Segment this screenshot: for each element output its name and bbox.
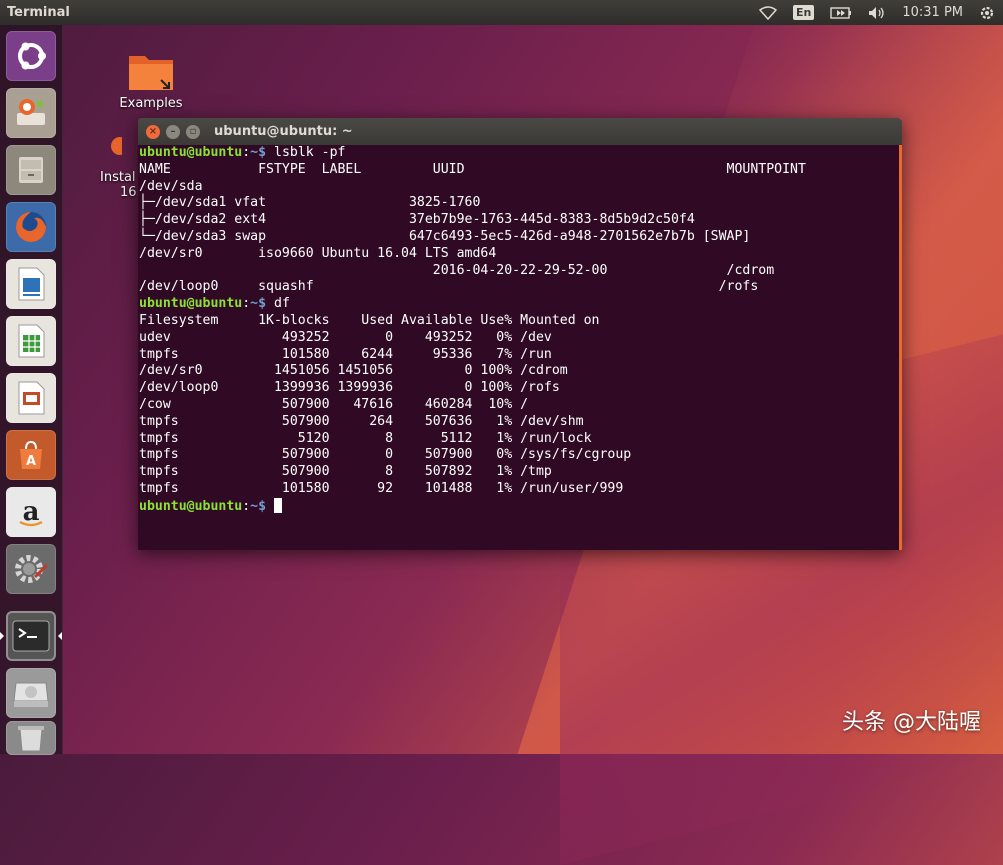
launcher-system-settings[interactable]: [6, 544, 56, 594]
launcher-terminal[interactable]: [6, 611, 56, 661]
terminal-output-line: /dev/loop0 squashf /rofs: [139, 279, 759, 295]
launcher-software[interactable]: A: [6, 430, 56, 480]
launcher-files[interactable]: [6, 145, 56, 195]
prompt-path: ~$: [250, 498, 267, 514]
desktop-install-label-line1: Instal: [100, 170, 136, 185]
desktop-install-label-line2: 16.: [120, 185, 141, 200]
terminal-output-line: udev 493252 0 493252 0% /dev: [139, 329, 552, 345]
terminal-titlebar[interactable]: × – ▫ ubuntu@ubuntu: ~: [138, 118, 902, 145]
terminal-output[interactable]: ubuntu@ubuntu:~$ lsblk -pf NAME FSTYPE LA…: [138, 145, 902, 550]
folder-icon: [127, 56, 175, 96]
top-panel: Terminal En 10:31 PM: [0, 0, 1003, 25]
prompt-separator: :: [242, 296, 251, 312]
close-icon: ×: [148, 126, 158, 137]
terminal-output-line: /dev/sda: [139, 178, 203, 194]
terminal-prompt-line: ubuntu@ubuntu:~$ df: [139, 296, 899, 313]
terminal-output-line: 2016-04-20-22-29-52-00 /cdrom: [139, 262, 775, 278]
launcher-amazon[interactable]: a: [6, 487, 56, 537]
amazon-icon: a: [13, 494, 49, 530]
active-app-indicator-left: [0, 632, 4, 640]
terminal-output-line: tmpfs 101580 6244 95336 7% /run: [139, 346, 552, 362]
settings-gear-icon: [12, 550, 50, 588]
firefox-icon: [12, 208, 50, 246]
calc-icon: [14, 322, 48, 360]
ubuntu-logo-icon: [13, 38, 49, 74]
terminal-output-line: /dev/loop0 1399936 1399936 0 100% /rofs: [139, 380, 560, 396]
terminal-command: [266, 499, 274, 514]
system-tray: En 10:31 PM: [751, 0, 1003, 25]
prompt-path: ~$: [250, 145, 267, 160]
disk-drive-icon: [12, 677, 50, 709]
terminal-output-line: /dev/sr0 iso9660 Ubuntu 16.04 LTS amd64: [139, 245, 497, 261]
clock[interactable]: 10:31 PM: [902, 5, 963, 20]
terminal-output-line: /dev/sr0 1451056 1451056 0 100% /cdrom: [139, 363, 568, 379]
terminal-output-line: /cow 507900 47616 460284 10% /: [139, 396, 529, 412]
svg-text:A: A: [26, 454, 36, 469]
file-cabinet-icon: [13, 152, 49, 188]
terminal-output-line: tmpfs 507900 0 507900 0% /sys/fs/cgroup: [139, 447, 632, 463]
impress-icon: [14, 379, 48, 417]
terminal-prompt-line: ubuntu@ubuntu:~$ lsblk -pf: [139, 145, 899, 162]
prompt-user: ubuntu@ubuntu: [139, 145, 243, 160]
shopping-bag-icon: A: [13, 437, 49, 473]
language-badge: En: [792, 5, 815, 20]
minimize-icon: –: [170, 126, 176, 137]
maximize-icon: ▫: [189, 126, 197, 137]
close-window-button[interactable]: ×: [146, 124, 160, 139]
terminal-output-line: NAME FSTYPE LABEL UUID MOUNTPOINT: [139, 161, 806, 177]
launcher-firefox[interactable]: [6, 202, 56, 252]
minimize-window-button[interactable]: –: [166, 124, 180, 139]
keyboard-language-indicator[interactable]: En: [792, 5, 815, 20]
terminal-output-line: ├─/dev/sda2 ext4 37eb7b9e-1763-445d-8383…: [139, 212, 695, 228]
desktop-examples-folder[interactable]: Examples: [112, 50, 190, 111]
wifi-icon[interactable]: [758, 5, 777, 20]
prompt-path: ~$: [250, 296, 267, 312]
terminal-output-line: tmpfs 507900 264 507636 1% /dev/shm: [139, 413, 584, 429]
terminal-output-line: tmpfs 507900 8 507892 1% /tmp: [139, 464, 552, 480]
terminal-command: lsblk -pf: [266, 145, 346, 160]
terminal-output-line: tmpfs 101580 92 101488 1% /run/user/999: [139, 480, 624, 496]
active-app-indicator-right: [58, 632, 62, 640]
terminal-window-title: ubuntu@ubuntu: ~: [214, 124, 353, 139]
launcher-install-ubuntu[interactable]: [6, 88, 56, 138]
terminal-command: df: [266, 296, 290, 312]
desktop-install-ubuntu[interactable]: Instal 16.: [100, 130, 141, 200]
terminal-cursor: [274, 497, 283, 513]
trash-icon: [16, 725, 46, 751]
prompt-separator: :: [242, 145, 251, 160]
terminal-output-line: └─/dev/sda3 swap 647c6493-5ec5-426d-a948…: [139, 228, 751, 244]
terminal-output-line: Filesystem 1K-blocks Used Available Use%…: [139, 312, 600, 328]
terminal-output-line: ├─/dev/sda1 vfat 3825-1760: [139, 195, 481, 211]
writer-icon: [14, 265, 48, 303]
power-gear-icon[interactable]: [979, 5, 995, 21]
launcher-writer[interactable]: [6, 259, 56, 309]
unity-launcher: A a: [0, 25, 63, 755]
terminal-window: × – ▫ ubuntu@ubuntu: ~ ubuntu@ubuntu:~$ …: [138, 118, 902, 550]
volume-icon[interactable]: [868, 6, 886, 20]
prompt-user: ubuntu@ubuntu: [139, 498, 243, 514]
terminal-output-line: tmpfs 5120 8 5112 1% /run/lock: [139, 430, 592, 446]
maximize-window-button[interactable]: ▫: [186, 124, 200, 139]
svg-text:a: a: [23, 497, 40, 527]
launcher-trash[interactable]: [6, 721, 56, 755]
battery-icon[interactable]: [830, 6, 852, 19]
terminal-icon: [11, 619, 51, 653]
launcher-calc[interactable]: [6, 316, 56, 366]
prompt-user: ubuntu@ubuntu: [139, 296, 243, 312]
launcher-impress[interactable]: [6, 373, 56, 423]
terminal-prompt-line: ubuntu@ubuntu:~$: [139, 497, 899, 515]
dash-home-button[interactable]: [6, 31, 56, 81]
prompt-separator: :: [242, 498, 251, 514]
installer-icon: [13, 95, 49, 131]
watermark-text: 头条 @大陆喔: [842, 710, 981, 735]
active-app-title: Terminal: [7, 5, 70, 20]
launcher-disk[interactable]: [6, 668, 56, 718]
desktop-examples-label: Examples: [119, 96, 183, 111]
